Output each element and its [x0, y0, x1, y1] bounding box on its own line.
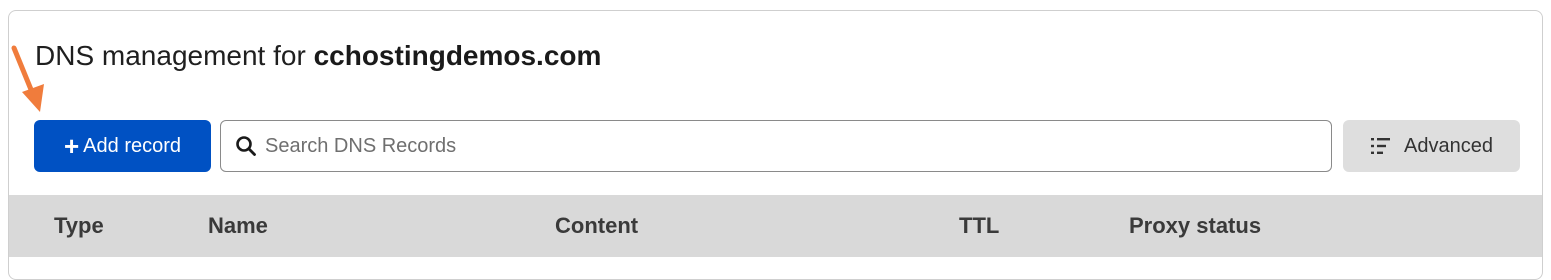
plus-icon: +: [63, 131, 80, 161]
annotation-arrow-icon: [11, 45, 44, 112]
add-record-label: Add record: [83, 134, 182, 157]
domain-name: cchostingdemos.com: [313, 40, 602, 71]
column-header-content[interactable]: Content: [555, 213, 638, 239]
column-header-ttl[interactable]: TTL: [959, 213, 999, 239]
column-header-name[interactable]: Name: [208, 213, 268, 239]
add-record-button[interactable]: + Add record: [34, 120, 211, 172]
search-dns-records-input[interactable]: Search DNS Records: [220, 120, 1332, 172]
advanced-label: Advanced: [1404, 134, 1493, 157]
column-header-type[interactable]: Type: [54, 213, 104, 239]
dns-management-card: DNS management for cchostingdemos.com + …: [8, 10, 1543, 280]
column-header-proxy-status[interactable]: Proxy status: [1129, 213, 1261, 239]
advanced-button[interactable]: Advanced: [1343, 120, 1520, 172]
list-filter-icon: [1370, 135, 1392, 157]
search-placeholder: Search DNS Records: [265, 134, 457, 157]
dns-table-header: Type Name Content TTL Proxy status: [9, 195, 1542, 257]
search-icon: [235, 135, 257, 157]
page-title-prefix: DNS management for: [35, 40, 314, 71]
page-title: DNS management for cchostingdemos.com: [35, 39, 601, 73]
